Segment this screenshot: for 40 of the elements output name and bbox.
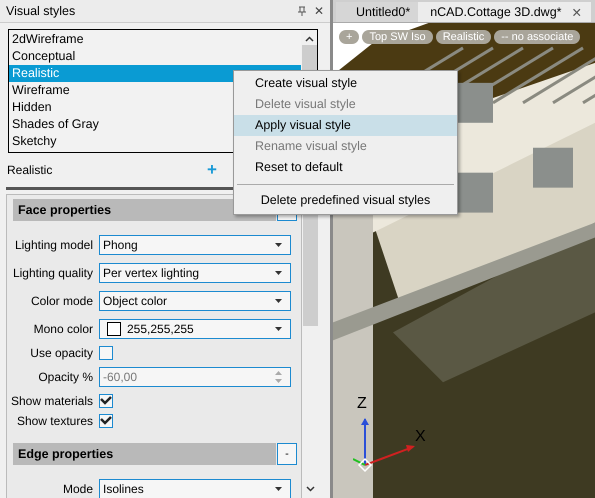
document-tab[interactable]: Untitled0* xyxy=(336,2,418,22)
property-label: Color mode xyxy=(30,294,93,308)
property-label: Mode xyxy=(62,482,93,496)
caret-icon xyxy=(275,299,282,303)
checkbox[interactable] xyxy=(99,414,113,428)
property-label: Mono color xyxy=(32,322,93,336)
property-label: Lighting model xyxy=(14,238,93,252)
dropdown-field[interactable]: Per vertex lighting xyxy=(99,263,291,283)
spinner-arrows-icon xyxy=(275,370,282,384)
axis-label: Z xyxy=(357,395,367,413)
dropdown-field[interactable]: Isolines xyxy=(99,479,291,498)
pin-icon[interactable] xyxy=(298,6,306,16)
checkbox[interactable] xyxy=(99,346,113,360)
menu-item[interactable]: Apply visual style xyxy=(234,115,457,136)
document-tab[interactable]: nCAD.Cottage 3D.dwg* ✕ xyxy=(418,2,591,22)
caret-icon xyxy=(275,327,282,331)
caret-icon xyxy=(275,487,282,491)
dropdown-field[interactable]: Object color xyxy=(99,291,291,311)
property-label: Show materials xyxy=(13,394,93,408)
scroll-up-icon[interactable] xyxy=(304,36,314,42)
axis-label: X xyxy=(415,428,426,446)
menu-item[interactable]: Reset to default xyxy=(234,157,457,178)
checkbox[interactable] xyxy=(99,394,113,408)
style-list-item[interactable]: 2dWireframe xyxy=(9,31,301,48)
property-label: Opacity % xyxy=(37,370,93,384)
panel-title: Visual styles xyxy=(6,4,76,18)
property-label: Show textures xyxy=(16,414,93,428)
close-button[interactable]: ✕ xyxy=(314,4,324,18)
close-tab-icon[interactable]: ✕ xyxy=(572,4,583,20)
property-label: Lighting quality xyxy=(13,266,93,280)
caret-icon xyxy=(275,271,282,275)
collapse-button[interactable]: - xyxy=(277,443,297,465)
color-dropdown[interactable]: 255,255,255 xyxy=(99,319,291,339)
style-list-item[interactable]: Conceptual xyxy=(9,48,301,65)
current-style-label: Realistic xyxy=(7,163,54,177)
dropdown-field[interactable]: Phong xyxy=(99,235,291,255)
scroll-down-icon[interactable] xyxy=(306,486,314,492)
section-header: Edge properties xyxy=(13,443,276,465)
property-label: Use opacity xyxy=(29,346,93,360)
caret-icon xyxy=(275,243,282,247)
